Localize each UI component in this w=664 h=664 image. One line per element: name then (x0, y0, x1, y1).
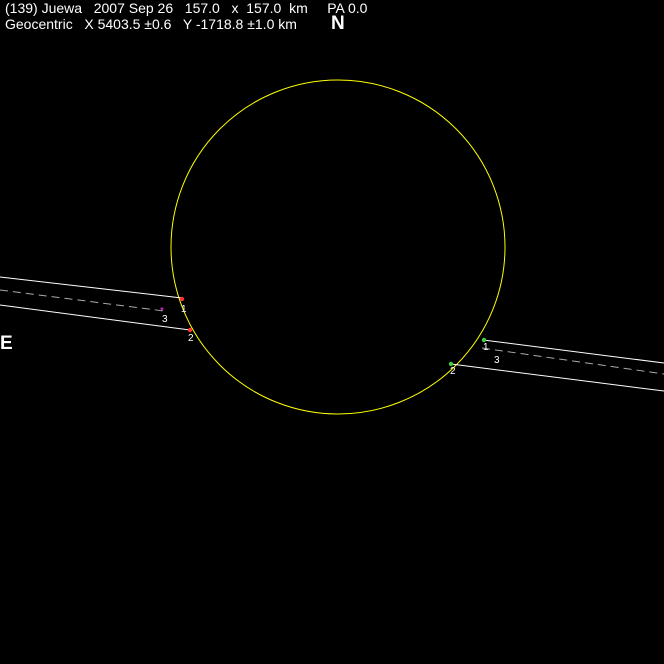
chord-1-left (0, 276, 183, 299)
chord-label-right-3: 3 (494, 355, 500, 366)
asteroid-outline (170, 79, 506, 415)
chord-label-right-2: 2 (450, 366, 456, 377)
chord-1-right (482, 339, 664, 364)
chord-label-left-2: 2 (188, 333, 194, 344)
disappearance-marker-1 (179, 296, 185, 302)
occultation-plot: * 1 2 3 1 2 3 (0, 79, 664, 415)
chord-2-right (450, 363, 664, 392)
disappearance-marker-2 (187, 327, 193, 333)
chord-label-left-1: 1 (181, 304, 187, 315)
chord-label-left-3: 3 (162, 314, 168, 325)
chord-label-right-1: 1 (483, 342, 489, 353)
